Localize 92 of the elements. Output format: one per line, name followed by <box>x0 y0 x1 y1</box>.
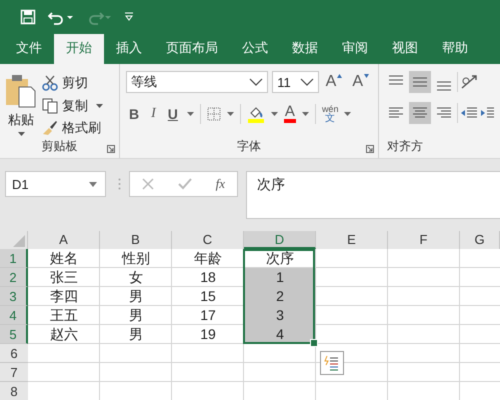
italic-button[interactable]: I <box>148 106 159 122</box>
table-cell[interactable]: 李四 <box>28 287 100 306</box>
borders-icon[interactable] <box>206 107 221 121</box>
bold-button[interactable]: B <box>126 106 142 122</box>
column-header[interactable]: E <box>316 231 388 249</box>
decrease-indent-icon[interactable] <box>460 106 478 120</box>
row-header[interactable]: 4 <box>0 306 28 325</box>
copy-icon <box>42 98 58 114</box>
shrink-font-button[interactable]: A <box>349 73 372 91</box>
ribbon-tab[interactable]: 数据 <box>280 34 330 64</box>
grow-font-button[interactable]: A <box>322 73 346 91</box>
group-label: 剪贴板 <box>42 139 78 153</box>
table-cell[interactable]: 张三 <box>28 268 100 287</box>
insert-function-button[interactable]: fx <box>216 176 226 192</box>
group-label: 对齐方 <box>387 139 423 153</box>
column-header[interactable]: G <box>460 231 500 249</box>
table-cell[interactable]: 男 <box>100 325 172 344</box>
table-cell[interactable]: 19 <box>172 325 244 344</box>
column-header[interactable]: A <box>28 231 100 249</box>
table-cell[interactable]: 王五 <box>28 306 100 325</box>
row-header[interactable]: 1 <box>0 249 28 268</box>
triangle-up-icon <box>337 74 342 78</box>
row-header[interactable]: 8 <box>0 382 28 400</box>
brush-icon <box>42 120 58 136</box>
triangle-down-icon <box>364 74 369 78</box>
font-color-button[interactable]: A <box>284 105 296 123</box>
cut-button[interactable]: 剪切 <box>42 73 103 93</box>
table-cell[interactable]: 2 <box>244 287 316 306</box>
table-cell[interactable]: 年龄 <box>172 249 244 268</box>
customize-icon[interactable] <box>124 12 134 22</box>
table-cell[interactable]: 女 <box>100 268 172 287</box>
caret-icon <box>96 104 103 108</box>
table-cell[interactable]: 15 <box>172 287 244 306</box>
table-cell[interactable]: 次序 <box>244 249 316 268</box>
format-painter-button[interactable]: 格式刷 <box>42 118 103 138</box>
caret-icon[interactable] <box>226 112 234 116</box>
scissors-icon <box>42 74 58 91</box>
table-cell[interactable]: 性别 <box>100 249 172 268</box>
font-name-field[interactable]: 等线 <box>126 71 268 93</box>
increase-indent-icon[interactable] <box>480 106 494 120</box>
caret-icon <box>18 132 24 136</box>
dialog-launcher-icon[interactable] <box>366 145 374 153</box>
ribbon-tab[interactable]: 开始 <box>54 34 104 64</box>
group-label: 字体 <box>237 139 261 153</box>
quick-analysis-icon[interactable] <box>320 351 344 375</box>
copy-button[interactable]: 复制 <box>42 96 103 116</box>
ribbon-tab[interactable]: 文件 <box>4 34 54 64</box>
check-icon[interactable] <box>178 178 192 190</box>
table-cell[interactable]: 男 <box>100 287 172 306</box>
table-cell[interactable]: 男 <box>100 306 172 325</box>
row-header[interactable]: 6 <box>0 344 28 363</box>
ribbon-tab[interactable]: 审阅 <box>330 34 380 64</box>
fill-color-icon[interactable] <box>246 105 265 123</box>
row-header[interactable]: 7 <box>0 363 28 382</box>
row-header[interactable]: 2 <box>0 268 28 287</box>
ribbon-tab[interactable]: 视图 <box>380 34 430 64</box>
row-header[interactable]: 5 <box>0 325 28 344</box>
clipboard-icon <box>6 74 36 108</box>
caret-icon <box>89 182 97 186</box>
row-header[interactable]: 3 <box>0 287 28 306</box>
caret-icon[interactable] <box>302 112 309 116</box>
ribbon-tab[interactable]: 帮助 <box>430 34 480 64</box>
fill-handle[interactable] <box>310 339 318 347</box>
ribbon-tab[interactable]: 页面布局 <box>154 34 230 64</box>
formula-field[interactable]: 次序 <box>246 171 500 219</box>
phonetic-button[interactable]: wén 文 <box>322 104 338 124</box>
ribbon-tab[interactable]: 公式 <box>230 34 280 64</box>
dialog-launcher-icon[interactable] <box>107 145 115 153</box>
column-header[interactable]: B <box>100 231 172 249</box>
table-cell[interactable]: 3 <box>244 306 316 325</box>
table-cell[interactable]: 1 <box>244 268 316 287</box>
font-size-field[interactable]: 11 <box>272 71 319 93</box>
table-cell[interactable]: 赵六 <box>28 325 100 344</box>
table-cell[interactable]: 17 <box>172 306 244 325</box>
column-header[interactable]: D <box>244 231 316 249</box>
caret-icon[interactable] <box>186 112 194 116</box>
chevron-down-icon <box>249 78 264 86</box>
save-icon[interactable] <box>20 9 36 25</box>
name-box[interactable]: D1 <box>5 171 106 197</box>
table-cell[interactable]: 18 <box>172 268 244 287</box>
column-header[interactable]: F <box>388 231 460 249</box>
chevron-down-icon <box>300 78 314 86</box>
ribbon-tab[interactable]: 插入 <box>104 34 154 64</box>
table-cell[interactable]: 姓名 <box>28 249 100 268</box>
underline-button[interactable]: U <box>164 106 181 122</box>
align-middle-icon[interactable] <box>409 71 431 93</box>
paste-button[interactable]: 粘贴 <box>6 68 36 138</box>
align-center-icon[interactable] <box>409 102 431 124</box>
caret-icon[interactable] <box>270 112 278 116</box>
column-header[interactable]: C <box>172 231 244 249</box>
grip-icon <box>118 178 121 190</box>
caret-icon[interactable] <box>344 112 352 116</box>
